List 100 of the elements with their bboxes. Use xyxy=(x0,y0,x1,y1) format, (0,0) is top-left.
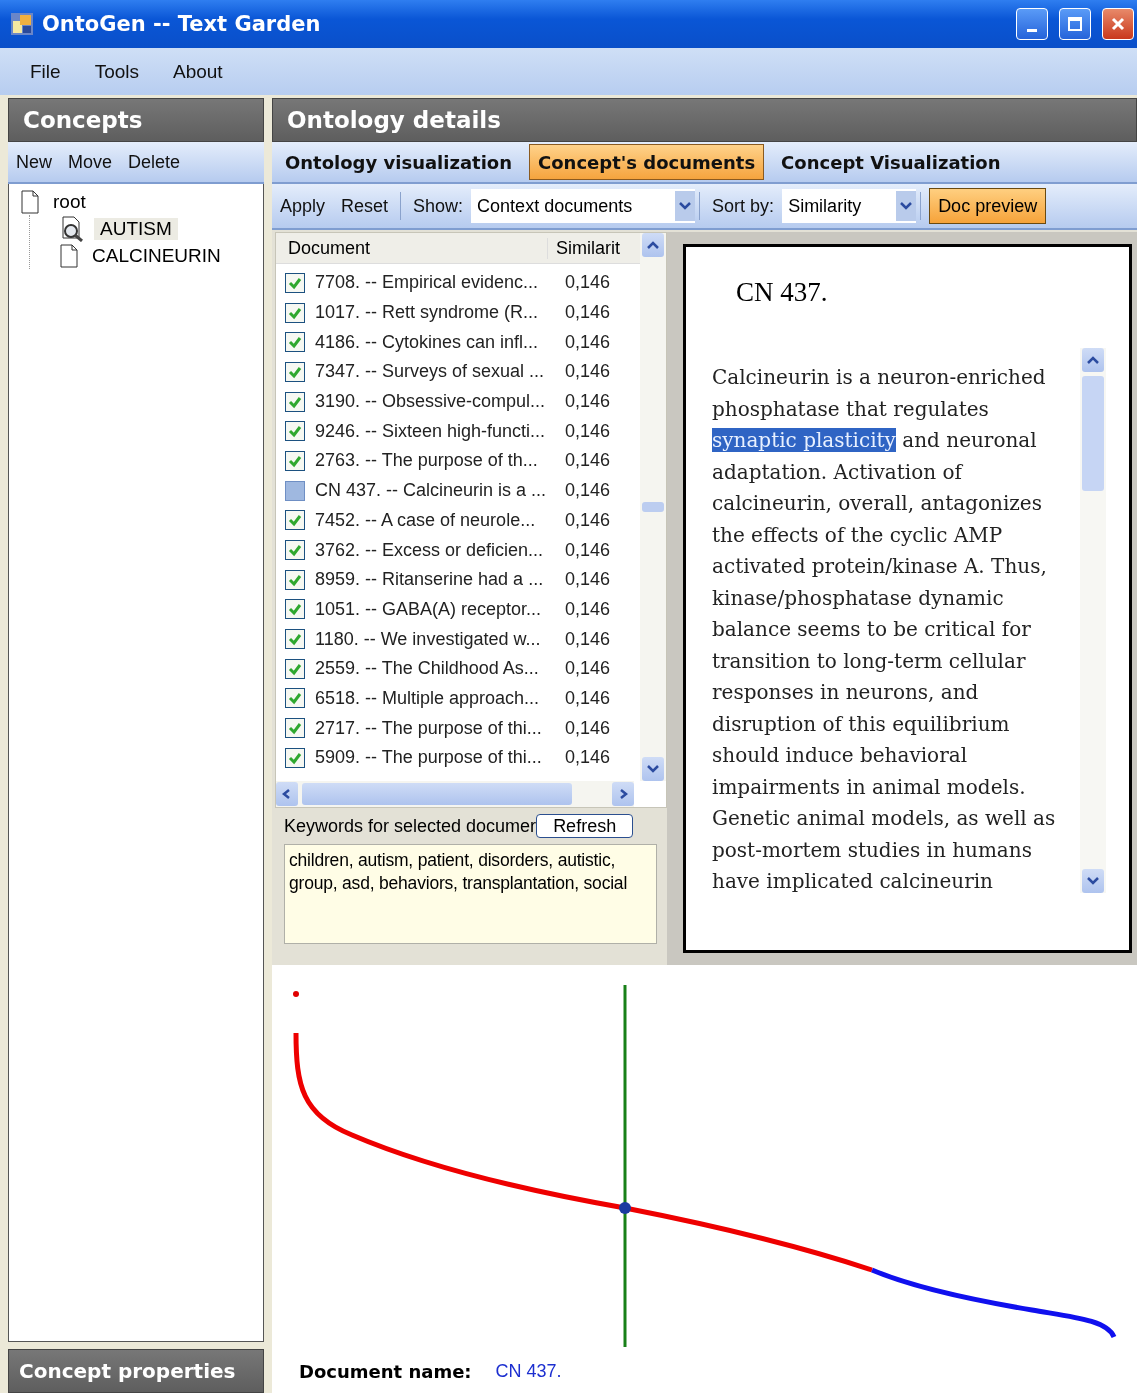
sort-dropdown[interactable]: Similarity xyxy=(782,189,917,223)
document-name-label: Document name: xyxy=(299,1361,472,1382)
document-title: 1017. -- Rett syndrome (R... xyxy=(315,302,540,324)
similarity-value: 0,146 xyxy=(565,628,611,650)
checkbox[interactable] xyxy=(285,688,305,709)
similarity-value: 0,146 xyxy=(565,509,611,531)
scroll-up-button[interactable] xyxy=(1082,348,1104,372)
checkbox[interactable] xyxy=(285,629,305,650)
checkbox[interactable] xyxy=(285,332,305,353)
document-title: 7708. -- Empirical evidenc... xyxy=(315,272,540,294)
similarity-value: 0,146 xyxy=(565,747,611,769)
tree-item[interactable]: CALCINEURIN xyxy=(86,244,227,267)
menu-item[interactable]: File xyxy=(30,60,61,83)
checkbox[interactable] xyxy=(285,510,305,531)
document-title: 2559. -- The Childhood As... xyxy=(315,658,540,680)
keywords-label: Keywords for selected documer xyxy=(283,815,537,837)
window-title: OntoGen -- Text Garden xyxy=(42,12,322,36)
similarity-value: 0,146 xyxy=(565,391,611,413)
tree-item[interactable]: root xyxy=(47,190,92,213)
checkbox[interactable] xyxy=(285,658,305,679)
menu-item[interactable]: Tools xyxy=(94,60,139,83)
scroll-down-button[interactable] xyxy=(642,757,664,781)
checkbox[interactable] xyxy=(285,718,305,739)
app-icon xyxy=(10,12,34,36)
document-title: 2763. -- The purpose of th... xyxy=(315,450,539,472)
caret-icon xyxy=(679,201,692,211)
caret-icon xyxy=(1087,876,1099,886)
menu-item[interactable]: About xyxy=(173,60,223,83)
document-title: 3190. -- Obsessive-compul... xyxy=(315,391,547,413)
document-title: 1051. -- GABA(A) receptor... xyxy=(315,598,543,620)
toolbar-button[interactable]: Reset xyxy=(333,195,397,217)
document-title: 5909. -- The purpose of thi... xyxy=(315,747,543,769)
scroll-thumb[interactable] xyxy=(1082,376,1104,491)
similarity-value: 0,146 xyxy=(565,687,611,709)
document-title: 2717. -- The purpose of thi... xyxy=(315,717,543,739)
document-title: 9246. -- Sixteen high-functi... xyxy=(315,420,547,442)
tree-item[interactable]: AUTISM xyxy=(94,217,178,240)
scroll-down-button[interactable] xyxy=(1082,869,1104,893)
toolbar-button[interactable]: New xyxy=(8,151,60,173)
document-title: 8959. -- Ritanserine had a ... xyxy=(315,569,545,591)
checkbox[interactable] xyxy=(285,391,305,412)
similarity-value: 0,146 xyxy=(565,717,611,739)
document-title: 6518. -- Multiple approach... xyxy=(315,687,541,709)
refresh-button[interactable]: Refresh xyxy=(536,814,634,838)
toolbar-button[interactable]: Delete xyxy=(120,151,189,173)
checkbox[interactable] xyxy=(285,302,305,323)
vertical-scrollbar[interactable] xyxy=(1080,348,1106,893)
document-title: 4186. -- Cytokines can infl... xyxy=(315,331,540,353)
maximize-button[interactable] xyxy=(1059,8,1091,40)
tab[interactable]: Concept's documents xyxy=(529,144,765,180)
show-dropdown[interactable]: Context documents xyxy=(471,189,696,223)
checkbox[interactable] xyxy=(285,361,305,382)
horizontal-scrollbar[interactable] xyxy=(276,781,634,807)
similarity-value: 0,146 xyxy=(565,598,611,620)
caret-icon xyxy=(647,764,659,774)
similarity-value: 0,146 xyxy=(565,658,611,680)
close-button[interactable] xyxy=(1102,8,1134,40)
similarity-value: 0,146 xyxy=(565,450,611,472)
document-heading: CN 437. xyxy=(735,277,828,308)
checkbox[interactable] xyxy=(285,421,305,442)
column-header[interactable]: Document xyxy=(276,237,548,259)
document-text: Calcineurin is a neuron-enriched phosphatase that regulates synaptic plasticity and neuronal adaptation. Activation of calcineurin, overall, antagonizes the effects of the cyclic AMP activated protein/kinase A. Thus, kinase/phosphatase dynamic balance seems to be critical for transition to long-term cellular responses in neurons, and disruption of this equilibrium should induce behavioral impairments in animal models. Genetic animal models, as well as post-mortem studies in humans have implicated calcineurin xyxy=(712,364,1057,895)
checkbox[interactable] xyxy=(285,569,305,590)
vertical-scrollbar[interactable] xyxy=(640,233,666,781)
scroll-thumb[interactable] xyxy=(302,783,572,805)
sort-label: Sort by: xyxy=(711,195,776,217)
document-name-value: CN 437. xyxy=(495,1361,562,1382)
document-title: 7347. -- Surveys of sexual ... xyxy=(315,361,546,383)
keywords-text-box[interactable]: children, autism, patient, disorders, autistic, group, asd, behaviors, transplantation, social xyxy=(284,844,657,944)
caret-icon xyxy=(900,201,913,211)
document-icon xyxy=(60,243,78,268)
maximize-icon xyxy=(1067,16,1083,32)
checkbox[interactable] xyxy=(285,272,305,293)
similarity-value: 0,146 xyxy=(565,272,611,294)
panel-header: Concepts xyxy=(8,98,264,142)
checkbox[interactable] xyxy=(285,450,305,471)
scroll-up-button[interactable] xyxy=(642,233,664,257)
tab[interactable]: Concept Visualization xyxy=(772,144,1010,180)
checkbox[interactable] xyxy=(285,540,305,561)
checkbox[interactable] xyxy=(285,747,305,768)
similarity-value: 0,146 xyxy=(565,302,611,324)
document-title: 3762. -- Excess or deficien... xyxy=(315,539,545,561)
minimize-icon xyxy=(1027,28,1037,32)
toolbar-button[interactable]: Move xyxy=(60,151,121,173)
doc-preview-button[interactable]: Doc preview xyxy=(929,188,1047,224)
close-icon xyxy=(1110,16,1126,32)
toolbar-button[interactable]: Apply xyxy=(272,195,334,217)
tab[interactable]: Ontology visualization xyxy=(276,144,521,180)
scroll-thumb[interactable] xyxy=(642,502,664,512)
checkbox[interactable] xyxy=(285,599,305,620)
scroll-right-button[interactable] xyxy=(612,782,634,806)
show-label: Show: xyxy=(412,195,465,217)
minimize-button[interactable] xyxy=(1016,8,1048,40)
magnifier-document-icon xyxy=(60,215,86,242)
document-icon xyxy=(21,189,39,214)
scroll-left-button[interactable] xyxy=(276,782,298,806)
caret-icon xyxy=(647,240,659,250)
checkbox[interactable] xyxy=(285,480,305,501)
document-title: CN 437. -- Calcineurin is a ... xyxy=(315,480,548,502)
column-header[interactable]: Similarit xyxy=(548,237,636,259)
